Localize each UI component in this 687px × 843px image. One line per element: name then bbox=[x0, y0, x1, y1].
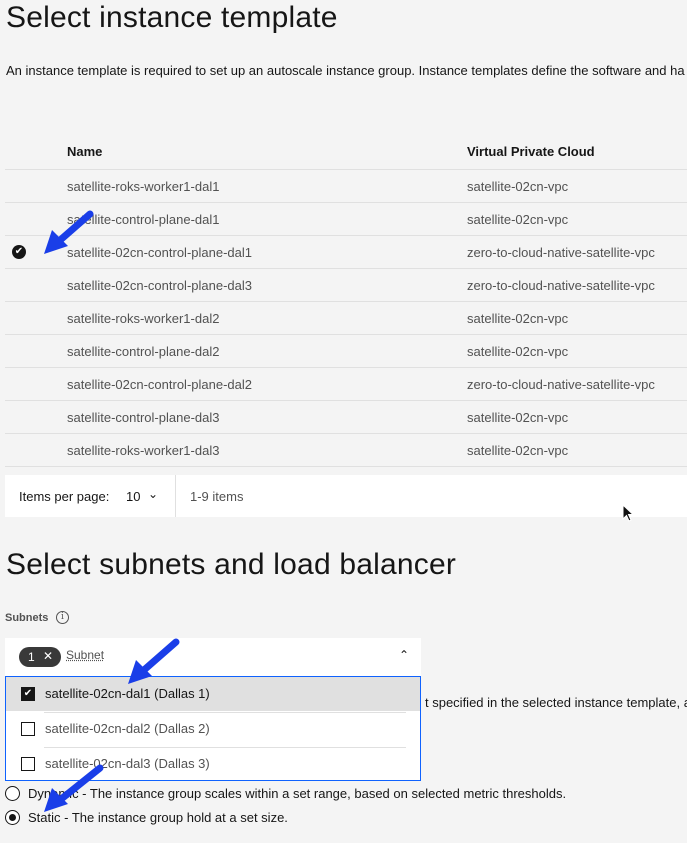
row-vpc: zero-to-cloud-native-satellite-vpc bbox=[467, 377, 655, 392]
subnet-option-label: satellite-02cn-dal1 (Dallas 1) bbox=[45, 686, 210, 701]
row-name: satellite-02cn-control-plane-dal2 bbox=[67, 377, 252, 392]
column-header-name[interactable]: Name bbox=[67, 144, 102, 159]
row-vpc: satellite-02cn-vpc bbox=[467, 443, 569, 458]
radio-static[interactable] bbox=[5, 810, 20, 825]
checkbox-icon[interactable] bbox=[21, 757, 35, 771]
subnets-dropdown-menu: ✔ satellite-02cn-dal1 (Dallas 1) satellite… bbox=[5, 676, 421, 781]
checkmark-icon: ✔ bbox=[12, 245, 26, 259]
table-pagination: Items per page: 10 ⌄ 1-9 items bbox=[5, 475, 687, 517]
row-vpc: satellite-02cn-vpc bbox=[467, 410, 569, 425]
table-row[interactable]: satellite-02cn-control-plane-dal3 zero-to… bbox=[5, 269, 687, 302]
checkbox-icon[interactable] bbox=[21, 722, 35, 736]
items-per-page-select[interactable]: 10 bbox=[126, 489, 140, 504]
table-row[interactable]: satellite-roks-worker1-dal3 satellite-02c… bbox=[5, 434, 687, 467]
table-row[interactable]: satellite-02cn-control-plane-dal2 zero-to… bbox=[5, 368, 687, 401]
table-row[interactable]: satellite-control-plane-dal2 satellite-02… bbox=[5, 335, 687, 368]
row-vpc: satellite-02cn-vpc bbox=[467, 179, 569, 194]
row-name: satellite-control-plane-dal1 bbox=[67, 212, 220, 227]
clear-selection-icon[interactable]: ✕ bbox=[43, 649, 53, 663]
instance-template-table: Name Virtual Private Cloud satellite-rok… bbox=[5, 133, 687, 467]
pagination-divider bbox=[175, 475, 176, 517]
table-row[interactable]: ✔ satellite-02cn-control-plane-dal1 zero-t… bbox=[5, 236, 687, 269]
table-row[interactable]: satellite-control-plane-dal1 satellite-02… bbox=[5, 203, 687, 236]
row-name: satellite-02cn-control-plane-dal1 bbox=[67, 245, 252, 260]
subnet-placeholder: Subnet bbox=[66, 648, 105, 662]
row-vpc: satellite-02cn-vpc bbox=[467, 311, 569, 326]
subnets-section-title: Select subnets and load balancer bbox=[6, 548, 457, 581]
checkbox-checked-icon[interactable]: ✔ bbox=[21, 687, 35, 701]
subnet-option[interactable]: satellite-02cn-dal3 (Dallas 3) bbox=[6, 747, 420, 781]
mouse-pointer-icon bbox=[622, 504, 635, 522]
row-vpc: satellite-02cn-vpc bbox=[467, 212, 569, 227]
info-icon[interactable]: i bbox=[56, 611, 69, 624]
row-name: satellite-control-plane-dal3 bbox=[67, 410, 220, 425]
row-name: satellite-control-plane-dal2 bbox=[67, 344, 220, 359]
pagination-range: 1-9 items bbox=[190, 489, 244, 504]
row-name: satellite-roks-worker1-dal2 bbox=[67, 311, 220, 326]
instance-template-description: An instance template is required to set … bbox=[6, 63, 685, 78]
option-divider bbox=[44, 747, 406, 748]
option-divider bbox=[44, 712, 406, 713]
selected-count-tag[interactable]: 1 ✕ bbox=[19, 647, 61, 667]
column-header-vpc[interactable]: Virtual Private Cloud bbox=[467, 144, 595, 159]
chevron-down-icon[interactable]: ⌄ bbox=[148, 487, 158, 501]
table-header: Name Virtual Private Cloud bbox=[5, 133, 687, 170]
subnet-option[interactable]: satellite-02cn-dal2 (Dallas 2) bbox=[6, 712, 420, 746]
row-name: satellite-roks-worker1-dal3 bbox=[67, 443, 220, 458]
row-vpc: satellite-02cn-vpc bbox=[467, 344, 569, 359]
row-name: satellite-02cn-control-plane-dal3 bbox=[67, 278, 252, 293]
subnet-option[interactable]: ✔ satellite-02cn-dal1 (Dallas 1) bbox=[6, 677, 420, 711]
subnet-option-label: satellite-02cn-dal2 (Dallas 2) bbox=[45, 721, 210, 736]
radio-static-label[interactable]: Static - The instance group hold at a se… bbox=[28, 810, 288, 825]
radio-dynamic[interactable] bbox=[5, 786, 20, 801]
row-vpc: zero-to-cloud-native-satellite-vpc bbox=[467, 245, 655, 260]
table-row[interactable]: satellite-control-plane-dal3 satellite-02… bbox=[5, 401, 687, 434]
table-row[interactable]: satellite-roks-worker1-dal1 satellite-02c… bbox=[5, 170, 687, 203]
row-vpc: zero-to-cloud-native-satellite-vpc bbox=[467, 278, 655, 293]
subnets-label: Subnets bbox=[5, 612, 49, 624]
table-row[interactable]: satellite-roks-worker1-dal2 satellite-02c… bbox=[5, 302, 687, 335]
subnet-option-label: satellite-02cn-dal3 (Dallas 3) bbox=[45, 756, 210, 771]
chevron-up-icon[interactable]: ⌃ bbox=[399, 648, 409, 662]
items-per-page-label: Items per page: bbox=[19, 489, 110, 504]
selected-count: 1 bbox=[28, 650, 35, 664]
instance-template-title: Select instance template bbox=[6, 1, 338, 34]
row-name: satellite-roks-worker1-dal1 bbox=[67, 179, 220, 194]
partially-hidden-text: t specified in the selected instance tem… bbox=[425, 695, 687, 710]
radio-dynamic-label[interactable]: Dynamic - The instance group scales with… bbox=[28, 786, 566, 801]
subnets-multiselect[interactable]: 1 ✕ Subnet ⌃ bbox=[5, 638, 421, 677]
